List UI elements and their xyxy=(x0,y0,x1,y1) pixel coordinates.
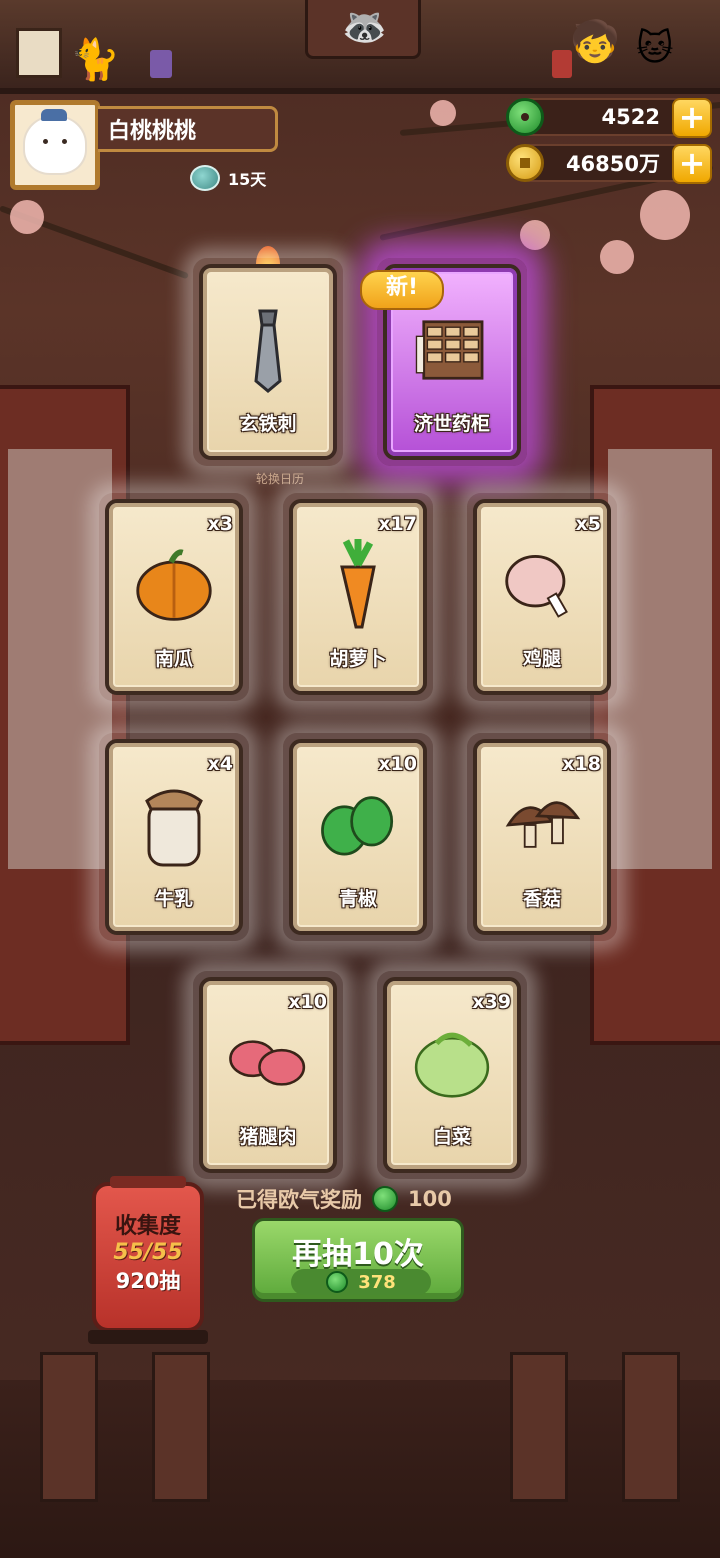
card-item-0[interactable]: 玄铁刺 xyxy=(193,258,343,466)
blossom xyxy=(520,220,550,250)
card-quantity: x39 xyxy=(472,991,511,1013)
redraw-label: 再抽10次 xyxy=(292,1237,424,1272)
rewards-text: 已得欧气奖励 xyxy=(236,1188,362,1212)
redraw-cost: 378 xyxy=(291,1269,431,1295)
days-counter: 15天 xyxy=(190,165,266,191)
white-cat-avatar-icon xyxy=(23,109,87,175)
pumpkin-icon xyxy=(133,537,215,633)
fence-post xyxy=(510,1352,568,1502)
cabbage-icon xyxy=(411,1015,493,1111)
player-name: 白桃桃桃 xyxy=(98,106,278,152)
card-label: 南瓜 xyxy=(154,648,193,670)
raccoon-icon: 🦝 xyxy=(342,7,387,48)
collection-title: 收集度 xyxy=(114,1214,181,1239)
collection-progress: 55/55 xyxy=(113,1240,183,1265)
card-quantity: x18 xyxy=(562,753,601,775)
fence-post xyxy=(622,1352,680,1502)
blossom xyxy=(430,100,456,126)
rewards-line: 已得欧气奖励 100 xyxy=(236,1184,452,1214)
new-badge: 新! xyxy=(360,270,444,310)
card-item-9[interactable]: x39 白菜 xyxy=(377,971,527,1179)
card-item-7[interactable]: x18 香菇 xyxy=(467,733,617,941)
card-quantity: x17 xyxy=(378,513,417,535)
white-cat-icon: 🐱 xyxy=(636,28,674,69)
card-label: 鸡腿 xyxy=(522,648,561,670)
mushroom-icon xyxy=(501,777,583,873)
character-icon: 🧒 xyxy=(570,19,620,65)
avatar[interactable] xyxy=(10,100,100,190)
gem-icon xyxy=(190,165,220,191)
fence-post xyxy=(40,1352,98,1502)
card-item-4[interactable]: x5 鸡腿 xyxy=(467,493,617,701)
rewards-amount: 100 xyxy=(408,1187,452,1211)
left-window xyxy=(0,385,130,1045)
card-label: 香菇 xyxy=(522,888,561,910)
redraw-ten-button[interactable]: 再抽10次 378 xyxy=(252,1218,464,1302)
coin-currency: 46850万 + xyxy=(506,144,712,184)
card-item-6[interactable]: x10 青椒 xyxy=(283,733,433,941)
add-jade-button[interactable]: + xyxy=(672,98,712,138)
card-item-2[interactable]: x3 南瓜 xyxy=(99,493,249,701)
jade-icon xyxy=(326,1271,349,1293)
collection-draws: 920抽 xyxy=(115,1269,181,1293)
calendar-label: 轮换日历 xyxy=(255,472,304,486)
card-item-8[interactable]: x10 猪腿肉 xyxy=(193,971,343,1179)
tabby-cat-icon: 🐈 xyxy=(70,37,120,83)
hanging-sign: 🦝 xyxy=(305,0,421,59)
jade-icon xyxy=(506,98,544,136)
jade-icon xyxy=(372,1186,398,1212)
card-label: 白菜 xyxy=(432,1126,471,1148)
right-window xyxy=(590,385,720,1045)
blossom xyxy=(10,200,44,234)
jar-icon xyxy=(150,50,172,78)
collection-lantern[interactable]: 收集度 55/55 920抽 xyxy=(92,1176,204,1332)
redraw-cost-value: 378 xyxy=(358,1271,396,1293)
carrot-icon xyxy=(317,537,399,633)
card-quantity: x5 xyxy=(575,513,601,535)
blossom xyxy=(640,190,690,240)
card-quantity: x4 xyxy=(207,753,233,775)
card-quantity: x10 xyxy=(288,991,327,1013)
jar-icon xyxy=(552,50,572,78)
add-coins-button[interactable]: + xyxy=(672,144,712,184)
card-label: 玄铁刺 xyxy=(239,413,297,435)
card-label: 济世药柜 xyxy=(413,413,490,435)
card-item-5[interactable]: x4 牛乳 xyxy=(99,733,249,941)
milk-jar-icon xyxy=(133,777,215,873)
green-pepper-icon xyxy=(317,777,399,873)
blossom xyxy=(600,240,634,274)
card-quantity: x10 xyxy=(378,753,417,775)
card-label: 牛乳 xyxy=(154,888,193,910)
floor xyxy=(0,1380,720,1558)
dagger-icon xyxy=(227,302,309,398)
lantern-cap xyxy=(110,1176,186,1188)
card-label: 青椒 xyxy=(338,888,377,910)
days-label: 15天 xyxy=(228,170,267,189)
paw-print-icon xyxy=(16,28,62,78)
lantern-stand xyxy=(88,1330,208,1344)
card-item-3[interactable]: x17 胡萝卜 xyxy=(283,493,433,701)
medicine-cabinet-icon xyxy=(411,302,493,398)
jade-currency: 4522 + xyxy=(506,98,712,138)
pork-icon xyxy=(227,1015,309,1111)
chicken-leg-icon xyxy=(501,537,583,633)
card-label: 胡萝卜 xyxy=(329,648,387,670)
card-label: 猪腿肉 xyxy=(239,1126,297,1148)
fence-post xyxy=(152,1352,210,1502)
coin-icon xyxy=(506,144,544,182)
card-quantity: x3 xyxy=(207,513,233,535)
